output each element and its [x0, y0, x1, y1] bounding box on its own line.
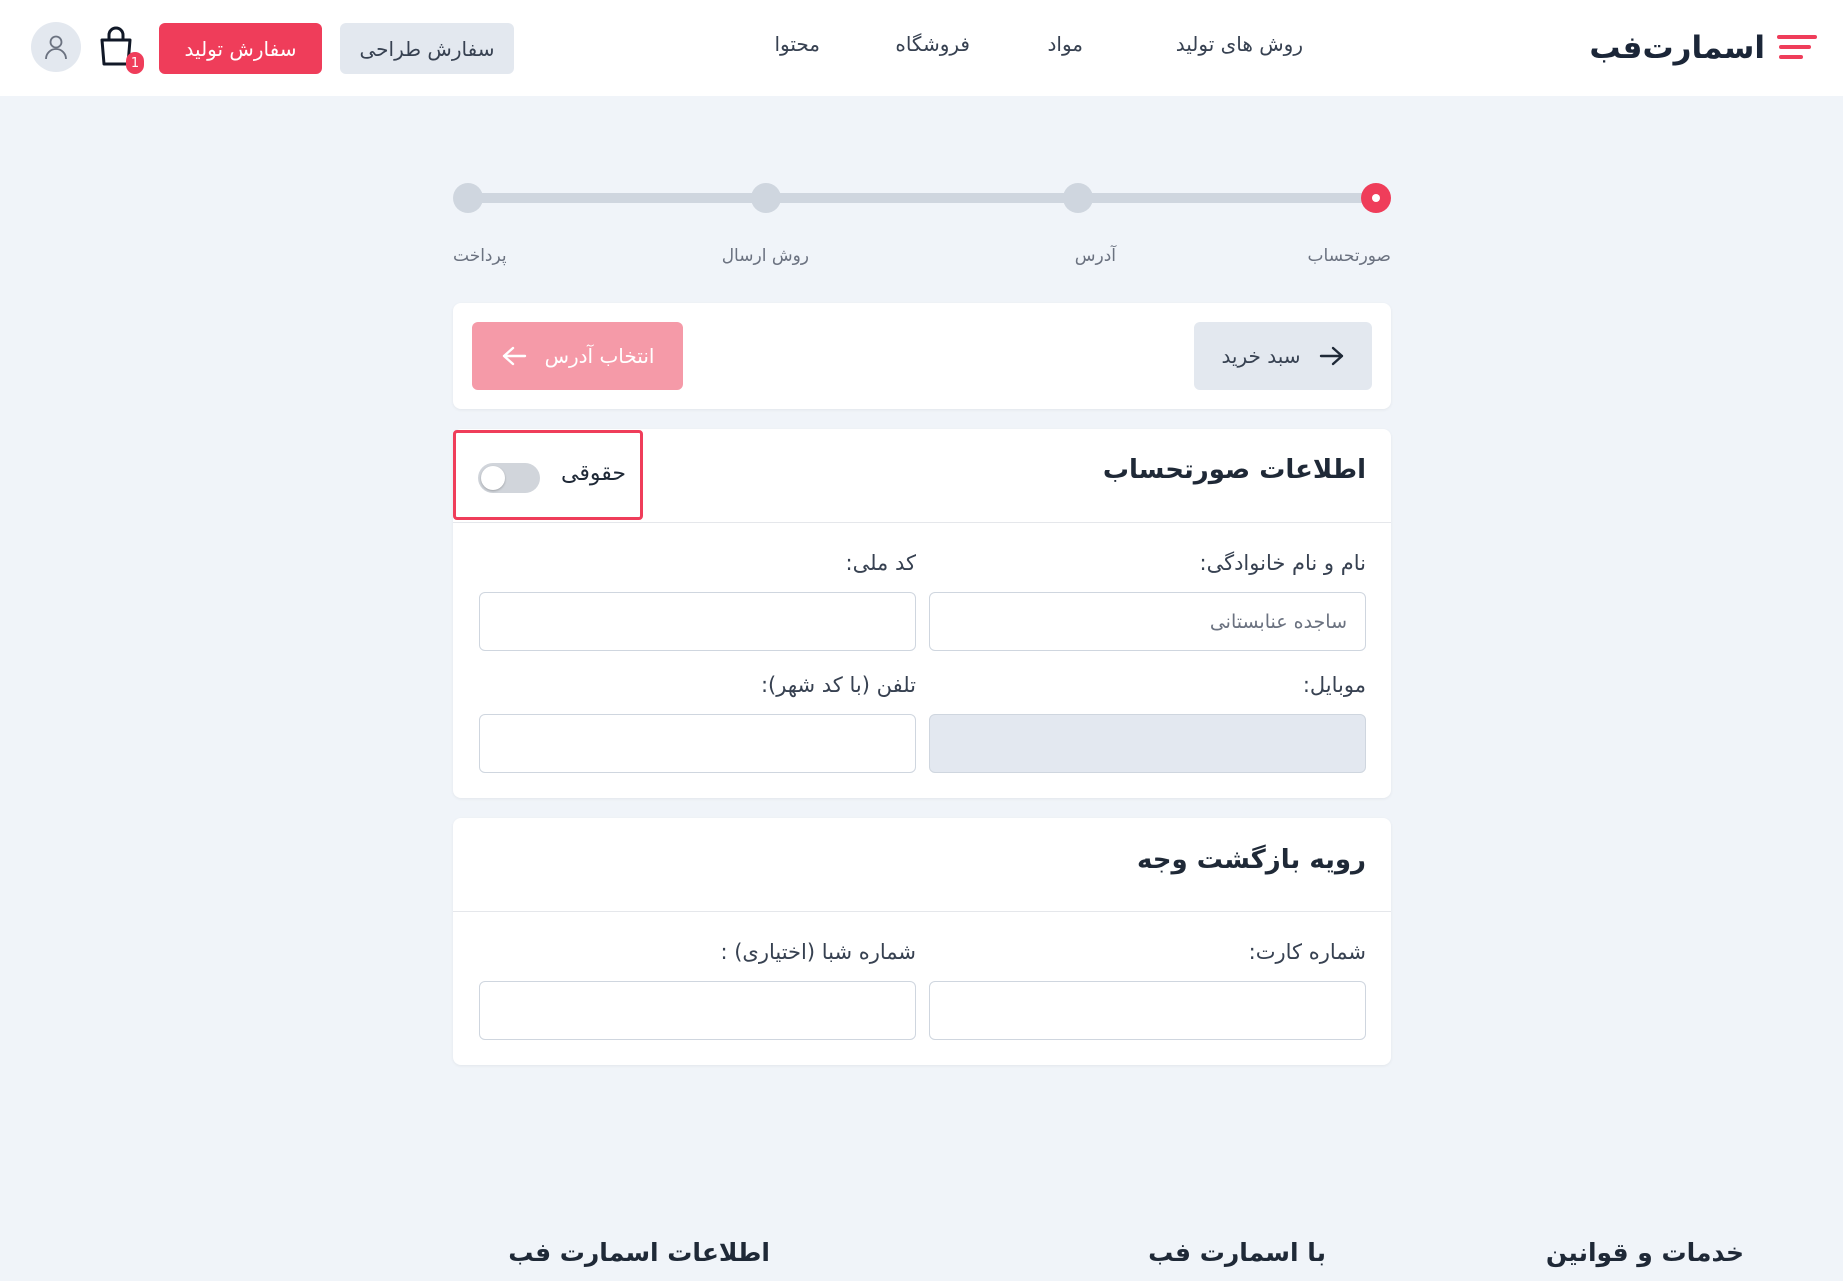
cart-count-badge: 1 [126, 52, 144, 74]
card-number-label: شماره کارت: [1248, 940, 1366, 964]
legal-entity-label: حقوقی [561, 461, 626, 486]
refund-title: رویه بازگشت وجه [1136, 845, 1366, 875]
card-number-input[interactable] [929, 981, 1366, 1040]
logo-text: اسمارت‌فب [1589, 30, 1766, 66]
nav-content[interactable]: محتوا [774, 32, 820, 56]
national-code-input[interactable] [479, 592, 916, 651]
phone-label: تلفن (با کد شهر): [760, 673, 916, 697]
nav-materials[interactable]: مواد [1047, 32, 1083, 56]
step-dot-shipping [751, 183, 781, 213]
next-button-label: انتخاب آدرس [544, 344, 655, 368]
toggle-knob [481, 466, 505, 490]
refund-divider [453, 911, 1391, 912]
nav-shop[interactable]: فروشگاه [895, 32, 970, 56]
step-dot-billing [1361, 183, 1391, 213]
legal-entity-toggle-group: حقوقی [453, 430, 643, 520]
phone-input[interactable] [479, 714, 916, 773]
arrow-right-icon [1319, 346, 1343, 366]
step-label-billing: صورتحساب [1307, 246, 1391, 266]
user-avatar[interactable] [31, 22, 81, 72]
top-header: اسمارت‌فب روش های تولید مواد فروشگاه محت… [0, 0, 1843, 96]
billing-title: اطلاعات صورتحساب [1102, 455, 1366, 485]
step-label-shipping: روش ارسال [721, 246, 809, 266]
checkout-stepper: صورتحساب آدرس روش ارسال پرداخت [453, 180, 1391, 280]
national-code-label: کد ملی: [845, 551, 916, 575]
nav-production-methods[interactable]: روش های تولید [1176, 32, 1303, 56]
step-label-payment: پرداخت [453, 246, 507, 266]
stepper-track [468, 193, 1376, 203]
sheba-label: شماره شبا (اختیاری) : [720, 940, 916, 964]
billing-divider [453, 522, 1391, 523]
logo-icon [1775, 31, 1817, 65]
sheba-input[interactable] [479, 981, 916, 1040]
mobile-label: موبایل: [1302, 673, 1366, 697]
back-button-label: سبد خرید [1221, 344, 1301, 368]
production-order-button[interactable]: سفارش تولید [159, 23, 322, 74]
site-logo[interactable]: اسمارت‌فب [1589, 26, 1817, 70]
full-name-input[interactable] [929, 592, 1366, 651]
select-address-button[interactable]: انتخاب آدرس [472, 322, 683, 390]
step-dot-payment [453, 183, 483, 213]
step-dot-address [1063, 183, 1093, 213]
footer-info-title: اطلاعات اسمارت فب [508, 1238, 770, 1267]
design-order-button[interactable]: سفارش طراحی [340, 23, 514, 74]
user-icon [45, 35, 67, 60]
cart-button[interactable]: 1 [98, 26, 144, 76]
mobile-input[interactable] [929, 714, 1366, 773]
back-to-cart-button[interactable]: سبد خرید [1194, 322, 1372, 390]
arrow-left-icon [502, 346, 526, 366]
billing-info-card: اطلاعات صورتحساب حقوقی نام و نام خانوادگ… [453, 429, 1391, 798]
step-navigation-card: سبد خرید انتخاب آدرس [453, 303, 1391, 409]
full-name-label: نام و نام خانوادگی: [1199, 551, 1367, 575]
legal-entity-toggle[interactable] [478, 463, 540, 493]
footer-with-smartfab-title: با اسمارت فب [1148, 1238, 1326, 1267]
step-label-address: آدرس [1074, 246, 1116, 266]
footer-services-title: خدمات و قوانین [1545, 1238, 1744, 1267]
refund-procedure-card: رویه بازگشت وجه شماره کارت: شماره شبا (ا… [453, 818, 1391, 1065]
